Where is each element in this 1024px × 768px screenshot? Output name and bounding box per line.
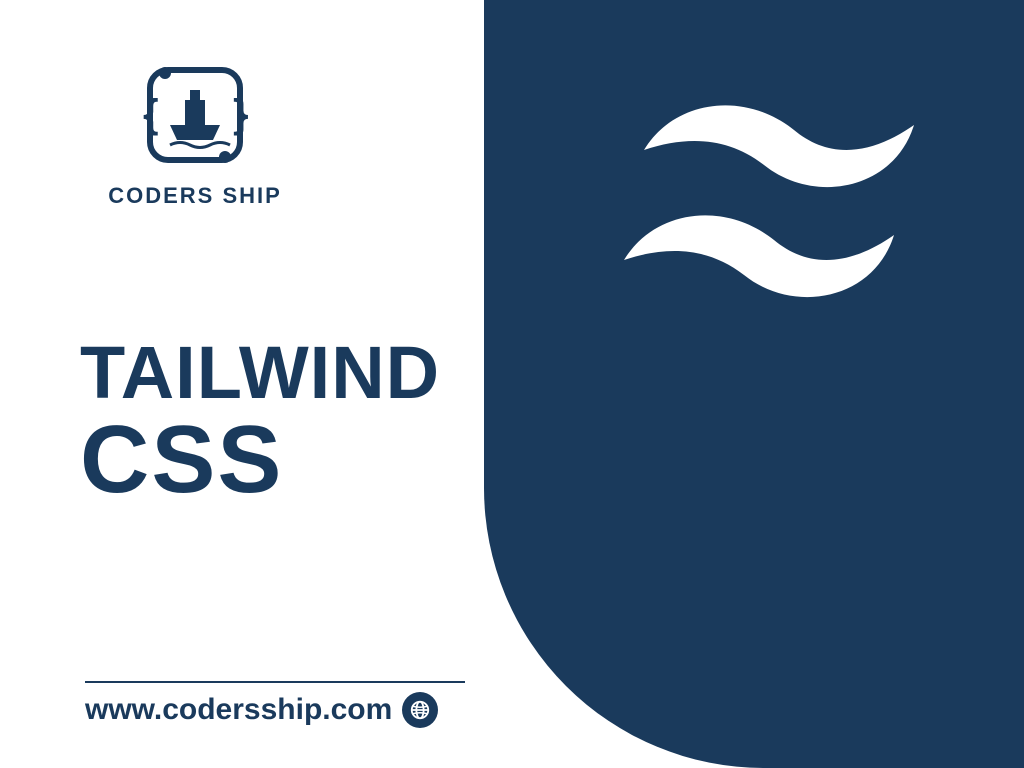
headline-line1: TAILWIND bbox=[80, 330, 440, 415]
footer-url-row: www.codersship.com bbox=[85, 692, 438, 728]
promo-card: BEST PRACTICES { } CODERS SHIP TAILWI bbox=[0, 0, 1024, 768]
globe-icon bbox=[402, 692, 438, 728]
headline-line2: CSS bbox=[80, 405, 440, 515]
svg-text:}: } bbox=[233, 92, 249, 136]
tailwind-logo-icon bbox=[614, 80, 954, 300]
divider bbox=[85, 681, 465, 683]
website-url[interactable]: www.codersship.com bbox=[85, 693, 392, 727]
brand-block: { } CODERS SHIP bbox=[95, 55, 295, 209]
brand-logo-icon: { } bbox=[135, 55, 255, 175]
right-panel: BEST PRACTICES bbox=[484, 0, 1024, 768]
brand-name: CODERS SHIP bbox=[95, 183, 295, 209]
svg-text:{: { bbox=[143, 92, 159, 136]
headline: TAILWIND CSS bbox=[80, 330, 440, 515]
